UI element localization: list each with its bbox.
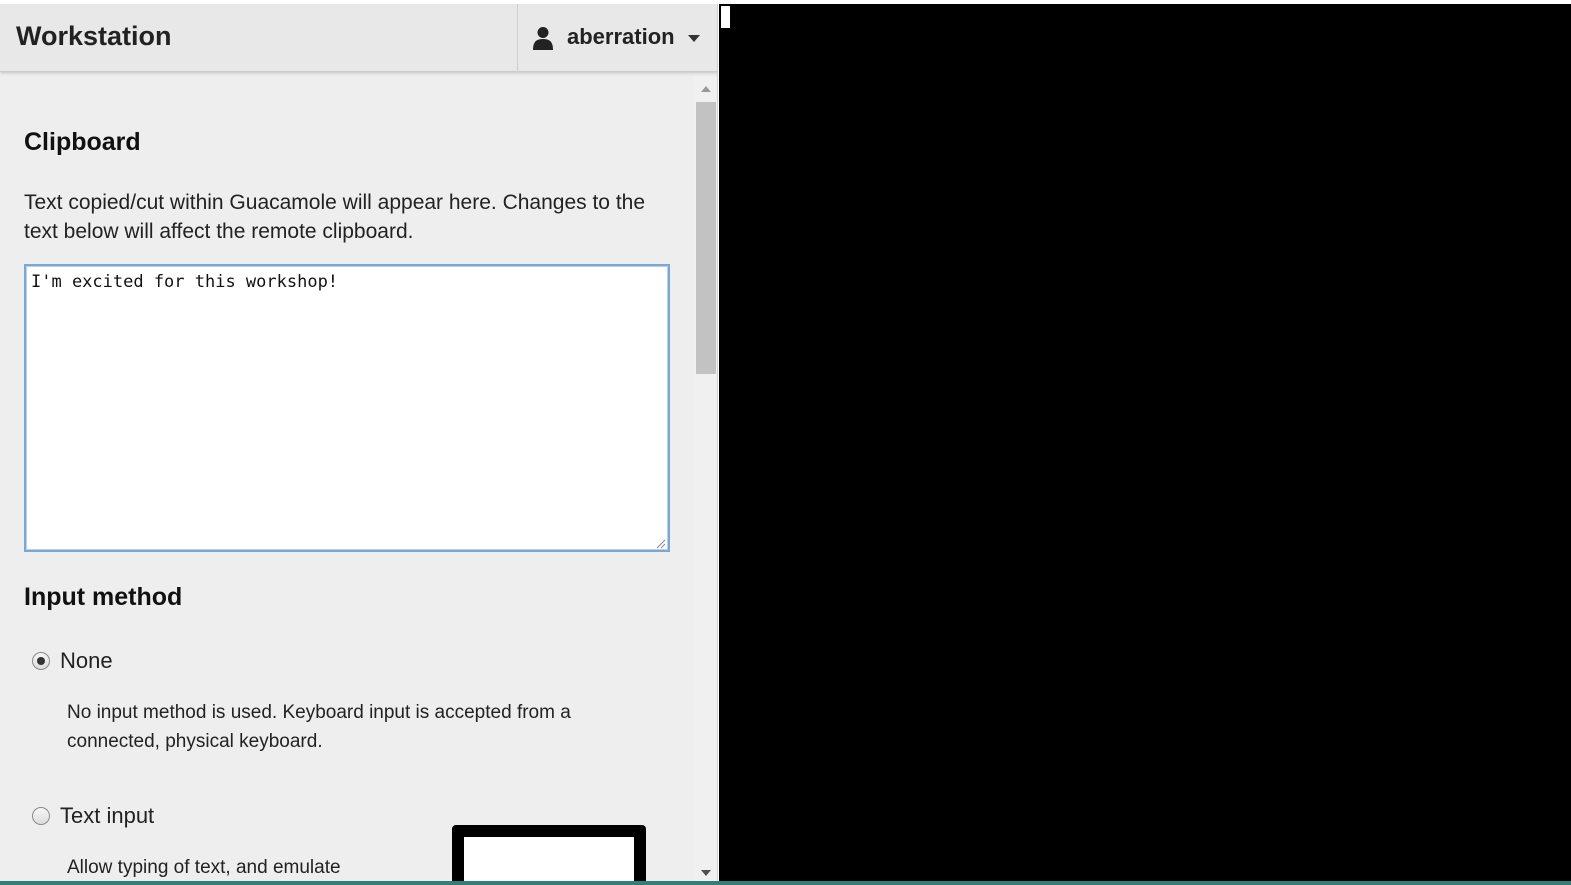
scrollbar-thumb[interactable] [696,102,716,374]
scroll-up-arrow-icon[interactable] [701,86,711,92]
scroll-down-arrow-icon[interactable] [701,870,711,876]
clipboard-heading: Clipboard [24,128,141,156]
remote-desktop-display[interactable] [719,4,1571,882]
user-icon [533,27,553,50]
guacamole-menu: Workstation aberration Clipboard Text co… [0,4,718,882]
user-menu-button[interactable]: aberration [517,4,717,72]
input-method-heading: Input method [24,583,183,611]
input-method-none-radio[interactable] [32,652,50,670]
input-method-text-label[interactable]: Text input [60,803,154,829]
input-method-text-description: Allow typing of text, and emulate [67,857,341,878]
input-method-text-radio[interactable] [32,807,50,825]
remote-text-cursor [721,6,730,28]
input-method-none-description: No input method is used. Keyboard input … [67,702,571,752]
caret-down-icon [688,35,700,42]
connection-title: Workstation [16,21,172,51]
text-input-preview-field [464,837,634,882]
guacamole-screen: Workstation aberration Clipboard Text co… [0,0,1571,885]
username-label: aberration [567,24,675,49]
text-input-preview-image [452,825,646,882]
clipboard-textarea[interactable] [24,264,670,552]
menu-scrollbar[interactable] [694,76,717,882]
bottom-edge-strip [0,881,1571,885]
menu-header: Workstation aberration [0,4,717,72]
clipboard-description: Text copied/cut within Guacamole will ap… [24,191,646,243]
resize-grip-icon[interactable] [656,539,666,549]
input-method-none-label[interactable]: None [60,648,113,674]
menu-content: Clipboard Text copied/cut within Guacamo… [0,72,694,882]
